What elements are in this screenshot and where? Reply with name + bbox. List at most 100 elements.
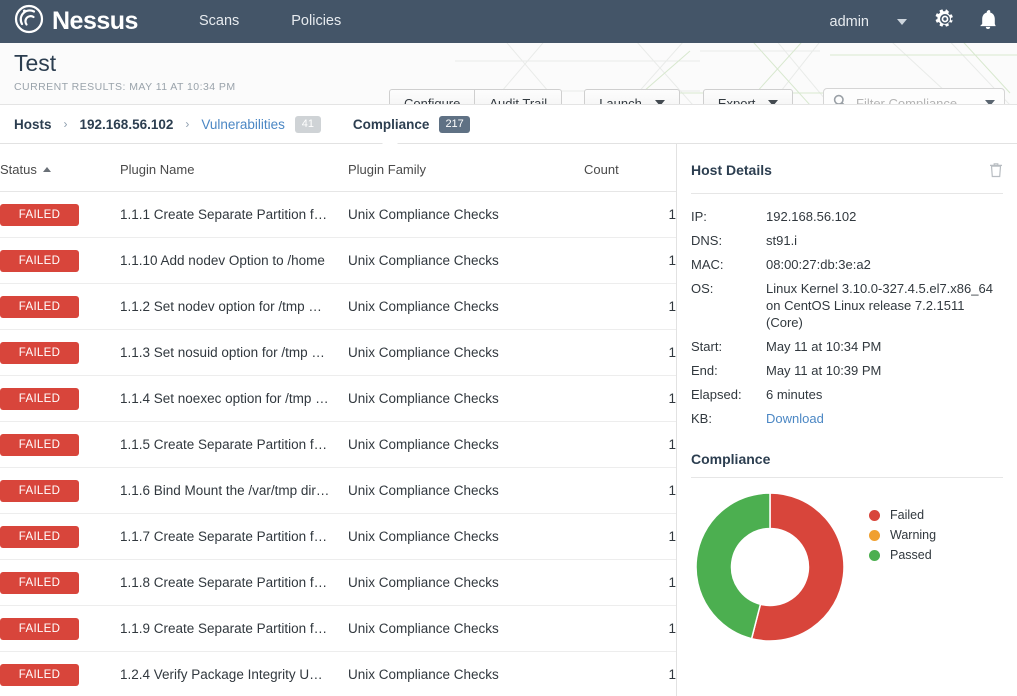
host-detail-row: KB: Download <box>691 410 1003 427</box>
status-badge: FAILED <box>0 249 79 272</box>
host-details-list: IP: 192.168.56.102 DNS: st91.i MAC: 08:00:27:… <box>691 208 1003 427</box>
host-detail-key: IP: <box>691 209 707 224</box>
configure-button[interactable]: Configure <box>389 89 476 104</box>
host-detail-value: May 11 at 10:34 PM <box>766 339 882 354</box>
breadcrumb-item-host-ip[interactable]: 192.168.56.102 <box>80 117 174 132</box>
host-detail-value: 6 minutes <box>766 387 823 402</box>
cell-plugin-family: Unix Compliance Checks <box>348 513 584 560</box>
cell-plugin-family: Unix Compliance Checks <box>348 329 584 376</box>
host-detail-value: 08:00:27:db:3e:a2 <box>766 257 871 272</box>
kb-download-link[interactable]: Download <box>766 410 824 427</box>
table-row[interactable]: FAILED 1.1.5 Create Separate Partition f…… <box>0 421 676 468</box>
legend-color-dot <box>869 549 880 561</box>
gear-icon[interactable] <box>935 9 955 34</box>
cell-count: 1 <box>584 559 676 606</box>
host-detail-key: KB: <box>691 411 712 426</box>
top-navbar: Nessus Scans Policies admin <box>0 0 1017 43</box>
table-row[interactable]: FAILED 1.1.10 Add nodev Option to /home Un… <box>0 237 676 284</box>
legend-label: Warning <box>890 528 937 542</box>
legend-item[interactable]: Passed <box>869 548 936 562</box>
cell-count: 1 <box>584 513 676 560</box>
breadcrumb-item-hosts[interactable]: Hosts <box>14 117 52 132</box>
legend-label: Passed <box>890 548 932 562</box>
cell-plugin-name: 1.2.4 Verify Package Integrity U… <box>120 651 348 696</box>
launch-button[interactable]: Launch <box>584 89 680 105</box>
brand-name: Nessus <box>52 7 138 35</box>
tab-compliance[interactable]: Compliance <box>353 117 430 132</box>
tab-vulnerabilities[interactable]: Vulnerabilities <box>201 117 285 132</box>
cell-status: FAILED <box>0 605 120 652</box>
cell-plugin-name: 1.1.7 Create Separate Partition f… <box>120 513 348 560</box>
user-menu-label[interactable]: admin <box>830 14 870 30</box>
export-button[interactable]: Export <box>702 89 794 105</box>
column-header-plugin-name[interactable]: Plugin Name <box>120 144 348 192</box>
breadcrumb: Hosts › 192.168.56.102 › Vulnerabilities… <box>0 105 1017 144</box>
breadcrumb-separator: › <box>63 117 68 131</box>
configure-audit-group: Configure Audit Trail <box>389 89 563 104</box>
cell-plugin-family: Unix Compliance Checks <box>348 605 584 652</box>
host-detail-row: OS: Linux Kernel 3.10.0-327.4.5.el7.x86_6… <box>691 280 1003 331</box>
active-tab-indicator <box>381 135 399 144</box>
title-actions: Configure Audit Trail Launch Export <box>389 89 794 105</box>
compliance-section: Compliance Failed Warning Passed <box>691 451 1003 647</box>
compliance-results-table: Status Plugin Name Plugin Family Count F… <box>0 144 676 696</box>
nav-right-group: admin <box>830 9 1006 34</box>
legend-item[interactable]: Warning <box>869 528 936 542</box>
launch-button-label: Launch <box>599 95 642 105</box>
cell-count: 1 <box>584 283 676 330</box>
column-header-plugin-family[interactable]: Plugin Family <box>348 144 584 192</box>
bell-icon[interactable] <box>979 9 997 34</box>
title-bar: Test CURRENT RESULTS: MAY 11 AT 10:34 PM… <box>0 43 1017 105</box>
legend-item[interactable]: Failed <box>869 508 936 522</box>
column-header-count[interactable]: Count <box>584 144 676 192</box>
column-header-status[interactable]: Status <box>0 144 120 192</box>
chevron-down-icon[interactable] <box>897 18 907 25</box>
table-row[interactable]: FAILED 1.1.8 Create Separate Partition f…… <box>0 559 676 606</box>
host-detail-value: 192.168.56.102 <box>766 209 857 224</box>
search-input[interactable] <box>854 94 980 104</box>
cell-status: FAILED <box>0 283 120 330</box>
brand[interactable]: Nessus <box>14 4 138 39</box>
table-row[interactable]: FAILED 1.1.6 Bind Mount the /var/tmp dir…… <box>0 467 676 514</box>
cell-plugin-name: 1.1.1 Create Separate Partition f… <box>120 191 348 238</box>
scan-title-block: Test CURRENT RESULTS: MAY 11 AT 10:34 PM <box>14 50 236 94</box>
host-detail-row: Elapsed: 6 minutes <box>691 386 1003 403</box>
search-icon <box>833 94 847 104</box>
cell-status: FAILED <box>0 191 120 238</box>
cell-plugin-name: 1.1.5 Create Separate Partition f… <box>120 421 348 468</box>
table-row[interactable]: FAILED 1.1.4 Set noexec option for /tmp …… <box>0 375 676 422</box>
table-body: FAILED 1.1.1 Create Separate Partition f…… <box>0 191 676 696</box>
table-row[interactable]: FAILED 1.1.7 Create Separate Partition f…… <box>0 513 676 560</box>
status-badge: FAILED <box>0 341 79 364</box>
nav-link-scans[interactable]: Scans <box>199 14 239 29</box>
cell-status: FAILED <box>0 375 120 422</box>
nav-link-policies[interactable]: Policies <box>291 14 341 29</box>
table-row[interactable]: FAILED 1.2.4 Verify Package Integrity U… U… <box>0 651 676 696</box>
table-row[interactable]: FAILED 1.1.9 Create Separate Partition f…… <box>0 605 676 652</box>
host-detail-key: Start: <box>691 339 723 354</box>
filter-compliance-box[interactable] <box>823 88 1005 104</box>
table-row[interactable]: FAILED 1.1.3 Set nosuid option for /tmp …… <box>0 329 676 376</box>
table-row[interactable]: FAILED 1.1.2 Set nodev option for /tmp … U… <box>0 283 676 330</box>
cell-status: FAILED <box>0 237 120 284</box>
cell-plugin-family: Unix Compliance Checks <box>348 191 584 238</box>
cell-plugin-name: 1.1.4 Set noexec option for /tmp … <box>120 375 348 422</box>
host-details-title: Host Details <box>691 162 772 178</box>
compliance-count-badge: 217 <box>439 115 470 133</box>
nav-links: Scans Policies <box>199 14 341 29</box>
audit-trail-button[interactable]: Audit Trail <box>474 89 563 104</box>
host-detail-key: Elapsed: <box>691 387 742 402</box>
export-button-label: Export <box>717 95 756 105</box>
cell-status: FAILED <box>0 467 120 514</box>
cell-plugin-name: 1.1.8 Create Separate Partition f… <box>120 559 348 606</box>
page-title: Test <box>14 50 57 76</box>
status-badge: FAILED <box>0 433 79 456</box>
cell-plugin-family: Unix Compliance Checks <box>348 375 584 422</box>
column-header-status-label: Status <box>0 162 37 177</box>
cell-plugin-name: 1.1.9 Create Separate Partition f… <box>120 605 348 652</box>
host-detail-row: End: May 11 at 10:39 PM <box>691 362 1003 379</box>
current-results-label: CURRENT RESULTS: MAY 11 AT 10:34 PM <box>14 81 236 94</box>
table-row[interactable]: FAILED 1.1.1 Create Separate Partition f…… <box>0 191 676 238</box>
trash-icon[interactable] <box>989 162 1003 183</box>
breadcrumb-separator: › <box>185 117 190 131</box>
